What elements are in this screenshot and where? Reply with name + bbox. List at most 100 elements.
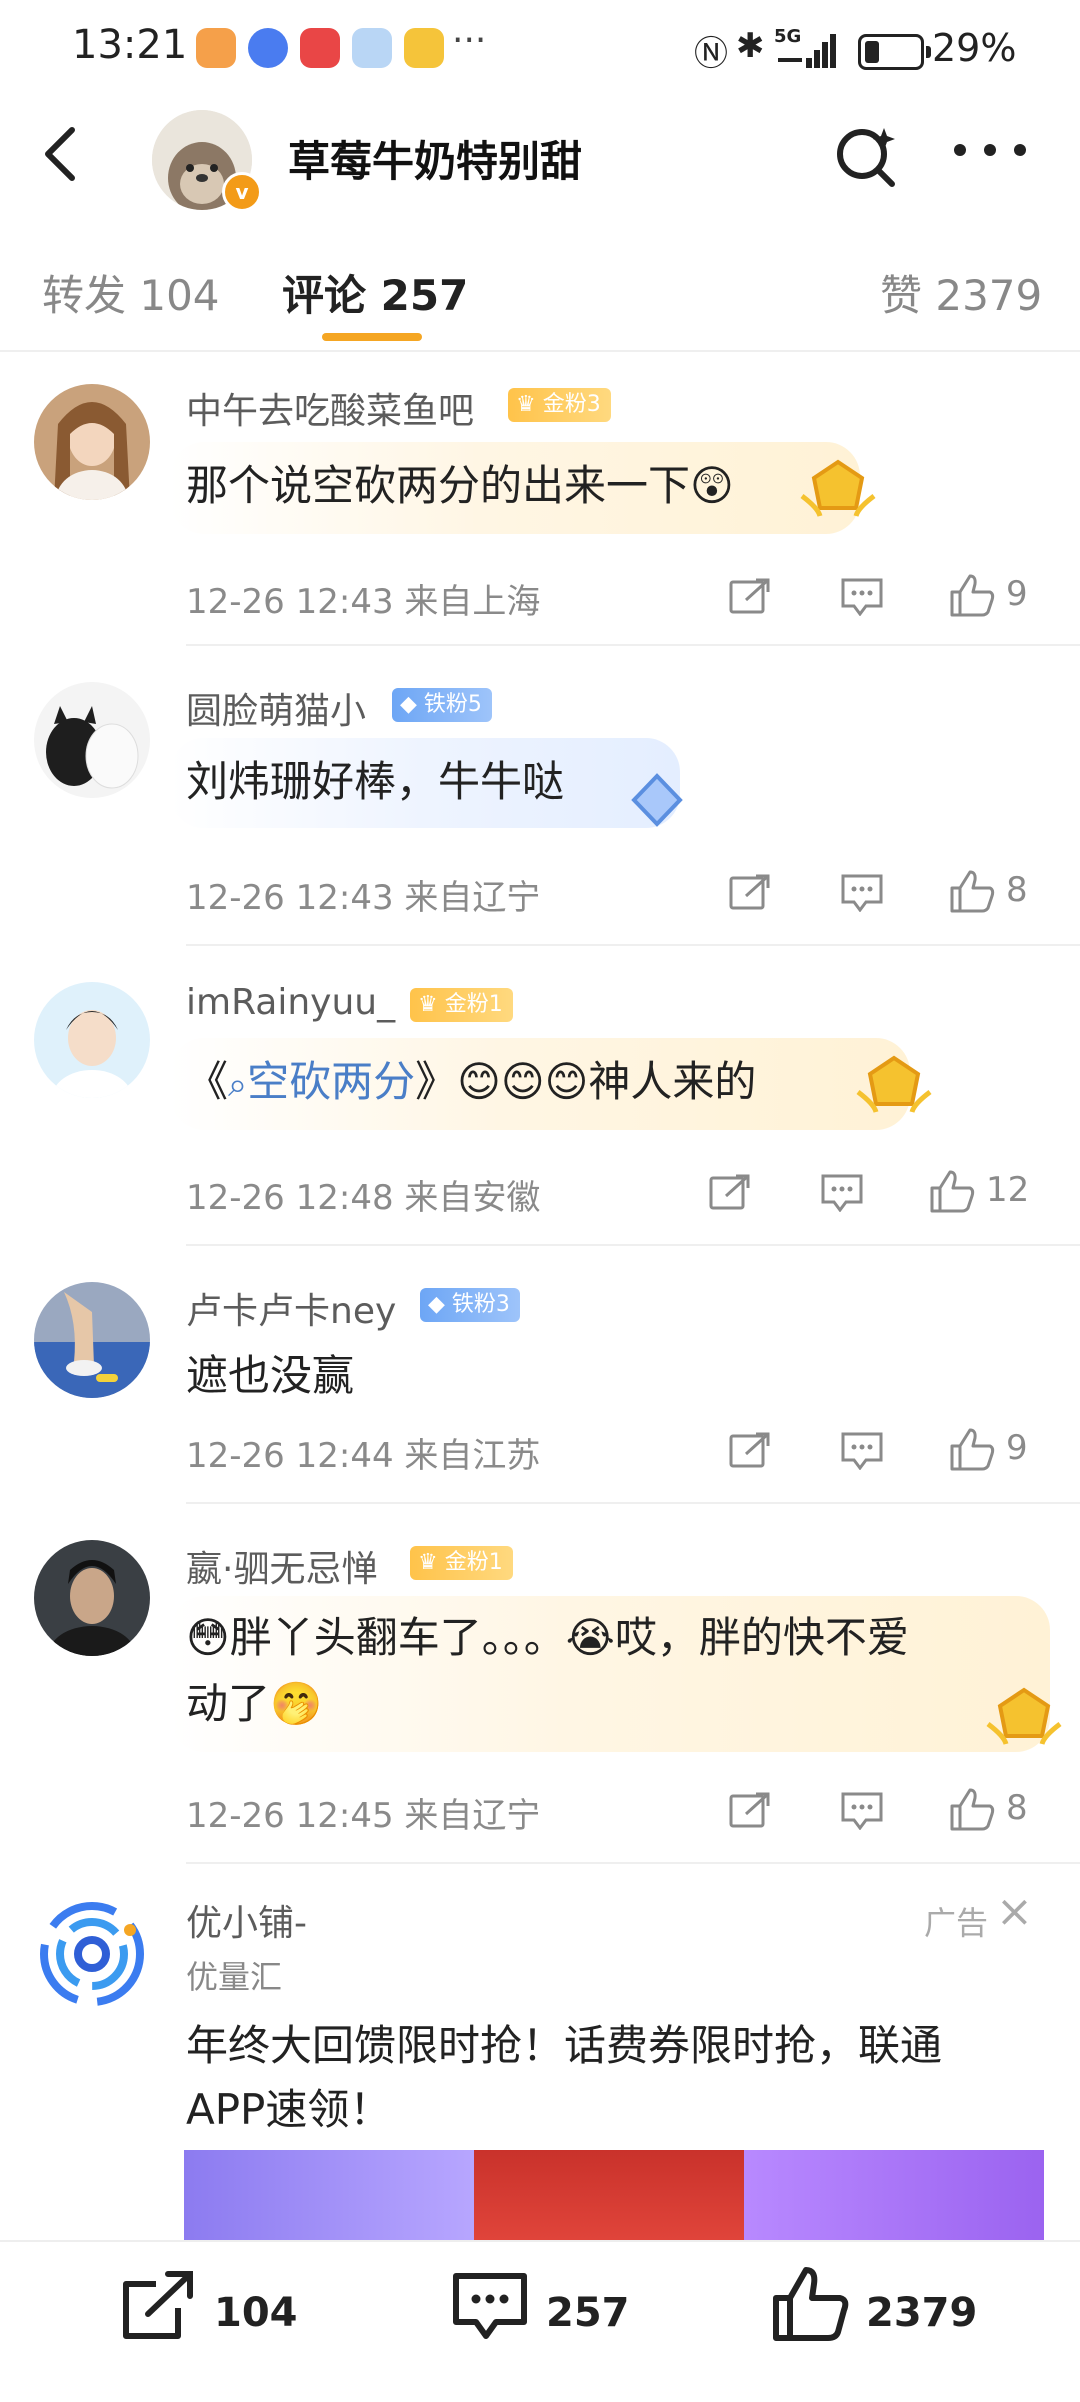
avatar[interactable] [34, 982, 150, 1098]
comment-meta: 12-26 12:43 来自上海 [186, 582, 541, 622]
fan-badge-label: 金粉1 [444, 992, 503, 1017]
ad-avatar [34, 1896, 150, 2012]
share-icon[interactable] [728, 872, 772, 912]
comment-icon[interactable] [840, 872, 884, 912]
tab-reposts[interactable]: 转发 104 [42, 262, 220, 323]
like-icon[interactable] [948, 868, 996, 914]
share-icon[interactable] [728, 576, 772, 616]
comment-meta: 12-26 12:44 来自江苏 [186, 1436, 541, 1476]
tab-likes[interactable]: 赞 2379 [880, 262, 1042, 323]
topic-link[interactable]: ⌕空砍两分 [228, 1057, 415, 1106]
comment-meta: 12-26 12:43 来自辽宁 [186, 878, 541, 918]
status-bar: 13:21 ··· Ⓝ ✱ 5G 29% [0, 0, 1080, 105]
fan-badge-label: 金粉1 [444, 1550, 503, 1575]
comment-item: imRainyuu_ ♛ 金粉1 《⌕空砍两分》😊😊😊神人来的 12-26 12… [0, 946, 1080, 1242]
comment-text: 刘炜珊好棒，牛牛哒 [186, 757, 565, 806]
like-count-total[interactable]: 2379 [866, 2290, 977, 2336]
share-icon[interactable] [118, 2268, 198, 2344]
status-time: 13:21 [72, 22, 188, 68]
comment-icon[interactable] [450, 2268, 530, 2344]
commenter-name[interactable]: imRainyuu_ [186, 982, 395, 1023]
active-tab-indicator [322, 333, 422, 341]
avatar[interactable] [34, 682, 150, 798]
comment-icon[interactable] [820, 1172, 864, 1212]
back-icon[interactable] [36, 124, 86, 184]
page-title[interactable]: 草莓牛奶特别甜 [288, 128, 582, 189]
avatar[interactable] [34, 1540, 150, 1656]
like-count: 8 [1006, 1788, 1028, 1828]
avatar[interactable] [34, 384, 150, 500]
fan-badge: ♛ 金粉1 [410, 1546, 513, 1580]
comment-icon[interactable] [840, 1430, 884, 1470]
fan-badge-label: 铁粉5 [423, 692, 482, 717]
ad-source: 优量汇 [186, 1958, 283, 1996]
comment-icon[interactable] [840, 1790, 884, 1830]
commenter-name[interactable]: 卢卡卢卡ney [186, 1282, 396, 1334]
app-notification-icon [352, 28, 392, 68]
bluetooth-icon: ✱ [736, 26, 765, 66]
app-notification-icon [404, 28, 444, 68]
commenter-name[interactable]: 圆脸萌猫小 [186, 682, 366, 734]
ad-text-line: APP速领！ [186, 2085, 392, 2134]
comment-text: 《⌕空砍两分》😊😊😊神人来的 [186, 1048, 756, 1119]
like-icon[interactable] [770, 2264, 850, 2344]
ad-name[interactable]: 优小铺- [186, 1894, 307, 1946]
comment-item: 嬴·驷无忌惮 ♛ 金粉1 😳胖丫头翻车了。。。😭哎，胖的快不爱 动了🤭 12-2… [0, 1504, 1080, 1860]
signal-icon [778, 34, 836, 68]
gold-fan-emblem-icon [856, 1055, 932, 1113]
commenter-name[interactable]: 中午去吃酸菜鱼吧 [186, 382, 474, 434]
comment-icon[interactable] [840, 576, 884, 616]
gold-fan-emblem-icon [800, 459, 876, 517]
app-notification-icon [196, 28, 236, 68]
fan-badge: ◆ 铁粉5 [392, 688, 492, 722]
like-icon[interactable] [948, 1426, 996, 1472]
share-icon[interactable] [728, 1790, 772, 1830]
comment-item: 中午去吃酸菜鱼吧 ♛ 金粉3 那个说空砍两分的出来一下😲 12-26 12:43… [0, 352, 1080, 642]
close-icon[interactable]: × [996, 1886, 1033, 1937]
commenter-name[interactable]: 嬴·驷无忌惮 [186, 1540, 377, 1592]
ad-label: 广告 [924, 1904, 989, 1942]
comment-text-line: 😳胖丫头翻车了。。。😭哎，胖的快不爱 [186, 1613, 909, 1662]
repost-count[interactable]: 104 [214, 2290, 298, 2336]
more-notifications-icon: ··· [452, 20, 487, 61]
like-icon[interactable] [928, 1168, 976, 1214]
comment-text-line: 动了🤭 [186, 1679, 323, 1728]
comment-item: 圆脸萌猫小 ◆ 铁粉5 刘炜珊好棒，牛牛哒 12-26 12:43 来自辽宁 8 [0, 646, 1080, 942]
battery-icon [858, 34, 931, 70]
comment-meta: 12-26 12:45 来自辽宁 [186, 1796, 541, 1836]
like-count: 12 [986, 1170, 1030, 1210]
fan-badge: ◆ 铁粉3 [420, 1288, 520, 1322]
gold-fan-emblem-icon [986, 1687, 1062, 1745]
nfc-icon: Ⓝ [694, 34, 728, 74]
verified-badge: v [222, 172, 262, 212]
like-count: 8 [1006, 870, 1028, 910]
tab-comments[interactable]: 评论 257 [282, 262, 468, 323]
comment-text: 遮也没赢 [186, 1351, 355, 1400]
comment-text-suffix: 》😊😊😊神人来的 [415, 1057, 757, 1106]
comment-text-prefix: 《 [186, 1057, 229, 1106]
fan-badge-label: 铁粉3 [451, 1292, 510, 1317]
like-icon[interactable] [948, 1786, 996, 1832]
battery-percent: 29% [932, 26, 1017, 70]
iron-fan-emblem-icon [631, 773, 683, 827]
more-icon[interactable] [950, 140, 1030, 160]
avatar[interactable] [34, 1282, 150, 1398]
share-icon[interactable] [708, 1172, 752, 1212]
like-count: 9 [1006, 574, 1028, 614]
topic-search-icon: ⌕ [228, 1065, 248, 1105]
topic-link-label: 空砍两分 [247, 1057, 416, 1106]
fan-badge-label: 金粉3 [542, 392, 601, 417]
comment-count[interactable]: 257 [546, 2290, 630, 2336]
ad-image[interactable] [184, 2150, 1044, 2240]
like-count: 9 [1006, 1428, 1028, 1468]
comment-meta: 12-26 12:48 来自安徽 [186, 1178, 541, 1218]
fan-badge: ♛ 金粉1 [410, 988, 513, 1022]
app-notification-icon [248, 28, 288, 68]
app-notification-icon [300, 28, 340, 68]
comment-text: 那个说空砍两分的出来一下😲 [186, 461, 734, 510]
share-icon[interactable] [728, 1430, 772, 1470]
comment-item: 卢卡卢卡ney ◆ 铁粉3 遮也没赢 12-26 12:44 来自江苏 9 [0, 1246, 1080, 1500]
fan-badge: ♛ 金粉3 [508, 388, 611, 422]
like-icon[interactable] [948, 572, 996, 618]
search-sparkle-icon[interactable] [832, 120, 902, 190]
